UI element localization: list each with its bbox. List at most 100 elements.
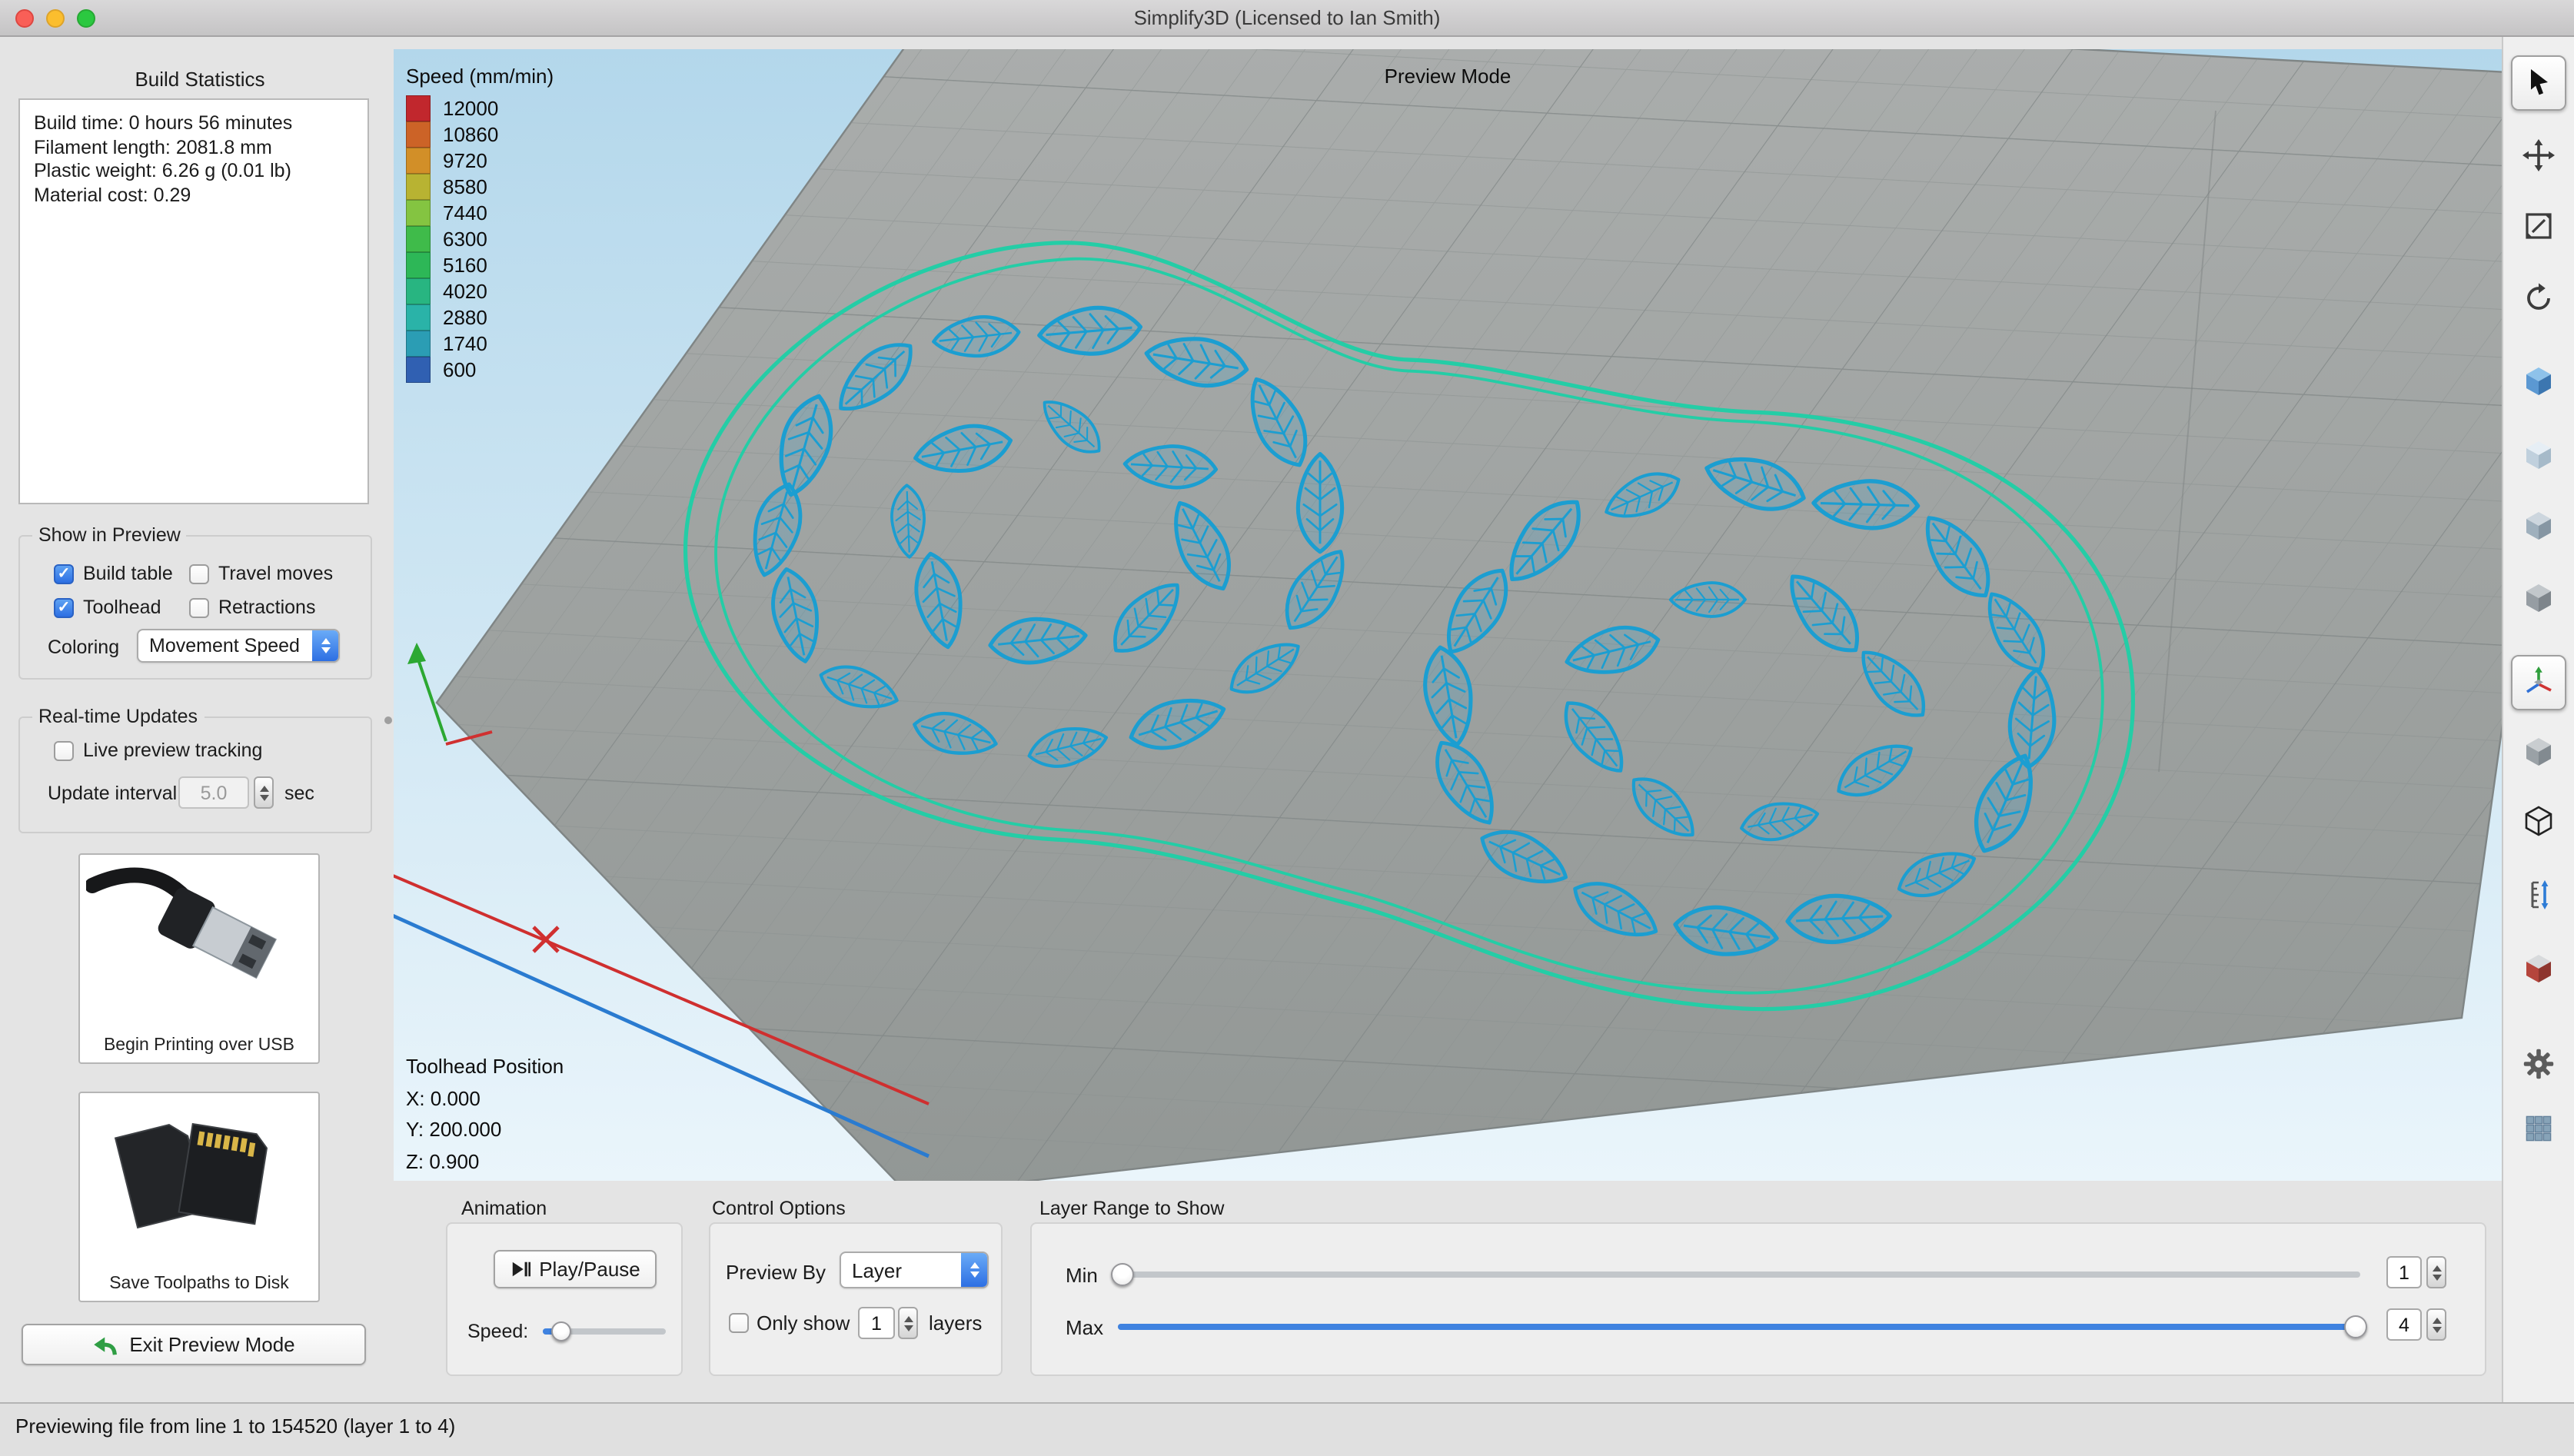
tool-view-side-icon[interactable] (2512, 500, 2565, 552)
legend-color-swatch (406, 252, 431, 278)
legend-color-swatch (406, 278, 431, 304)
window-title: Simplify3D (Licensed to Ian Smith) (1133, 6, 1441, 29)
legend-speed-value: 1740 (443, 332, 487, 355)
save-toolpaths-disk-button[interactable]: Save Toolpaths to Disk (78, 1092, 320, 1302)
speed-legend-entry: 6300 (406, 226, 554, 252)
realtime-updates-group: Real-time Updates Live preview tracking … (18, 706, 372, 833)
speed-legend-entry: 12000 (406, 95, 554, 121)
legend-color-swatch (406, 357, 431, 383)
legend-color-swatch (406, 304, 431, 331)
tool-orient-axes-icon[interactable] (2511, 655, 2566, 710)
update-interval-stepper[interactable] (254, 776, 274, 809)
status-bar-text: Previewing file from line 1 to 154520 (l… (15, 1414, 456, 1438)
speed-legend-entry: 1740 (406, 331, 554, 357)
legend-color-swatch (406, 95, 431, 121)
live-preview-tracking-checkbox[interactable] (54, 741, 74, 761)
play-pause-label: Play/Pause (539, 1258, 640, 1281)
tool-wireframe-icon[interactable] (2512, 795, 2565, 847)
preview-by-dropdown[interactable]: Layer (840, 1252, 989, 1288)
legend-color-swatch (406, 174, 431, 200)
exit-arrow-icon (94, 1336, 118, 1355)
legend-speed-value: 600 (443, 358, 477, 381)
tool-toolpaths-icon[interactable] (2512, 1102, 2565, 1155)
layer-max-label: Max (1066, 1316, 1104, 1339)
simplify3d-window: Simplify3D (Licensed to Ian Smith) Build… (0, 0, 2574, 1456)
only-show-label: Only show (757, 1311, 850, 1335)
view-toolbar (2502, 37, 2574, 1402)
only-show-layers-field[interactable] (858, 1307, 895, 1339)
build-table-checkbox[interactable] (54, 564, 74, 584)
legend-color-swatch (406, 331, 431, 357)
travel-moves-checkbox[interactable] (189, 564, 209, 584)
layer-min-slider[interactable] (1111, 1263, 2360, 1286)
tool-rotate-icon[interactable] (2512, 272, 2565, 324)
legend-speed-value: 7440 (443, 201, 487, 224)
layer-max-field[interactable] (2386, 1308, 2422, 1341)
tool-cross-section-icon[interactable] (2512, 726, 2565, 778)
coloring-dropdown-arrows-icon (312, 630, 338, 661)
legend-speed-value: 12000 (443, 97, 499, 120)
live-preview-tracking-label: Live preview tracking (83, 740, 263, 761)
animation-speed-slider[interactable] (543, 1321, 666, 1341)
toolhead-position-title: Toolhead Position (406, 1055, 564, 1078)
tool-move-icon[interactable] (2512, 129, 2565, 181)
play-pause-button[interactable]: Play/Pause (494, 1250, 657, 1288)
viewport-3d-scene[interactable] (387, 0, 2574, 1196)
layer-max-stepper[interactable] (2426, 1308, 2446, 1341)
update-interval-label: Update interval (48, 783, 178, 804)
legend-speed-value: 8580 (443, 175, 487, 198)
preview-mode-label: Preview Mode (1384, 65, 1511, 88)
usb-cable-image (85, 867, 277, 979)
status-bar: Previewing file from line 1 to 154520 (l… (0, 1402, 2574, 1456)
preview-by-dropdown-value: Layer (852, 1258, 903, 1281)
layer-min-label: Min (1066, 1264, 1098, 1287)
tool-measure-icon[interactable] (2512, 869, 2565, 921)
retractions-checkbox[interactable] (189, 598, 209, 618)
tool-view-top-icon[interactable] (2512, 429, 2565, 481)
layer-min-stepper[interactable] (2426, 1256, 2446, 1288)
legend-color-swatch (406, 121, 431, 148)
preview-viewport[interactable]: Preview Mode Speed (mm/min) 12000 10860 97… (387, 0, 2574, 1196)
animation-speed-slider-handle[interactable] (551, 1321, 571, 1341)
legend-speed-value: 6300 (443, 228, 487, 251)
retractions-label: Retractions (218, 597, 316, 618)
control-options-section-title: Control Options (712, 1198, 846, 1219)
legend-speed-value: 4020 (443, 280, 487, 303)
travel-moves-label: Travel moves (218, 563, 334, 584)
window-titlebar: Simplify3D (Licensed to Ian Smith) (0, 0, 2574, 37)
update-interval-field[interactable] (178, 776, 249, 809)
save-toolpaths-disk-label: Save Toolpaths to Disk (109, 1275, 289, 1293)
tool-view-front-icon[interactable] (2512, 355, 2565, 407)
material-cost-stat: Material cost: 0.29 (34, 184, 191, 205)
tool-machine-icon[interactable] (2512, 942, 2565, 995)
tool-settings-icon[interactable] (2512, 1038, 2565, 1090)
panel-splitter-handle[interactable] (384, 716, 392, 724)
begin-printing-usb-button[interactable]: Begin Printing over USB (78, 853, 320, 1064)
layer-max-slider-handle[interactable] (2343, 1315, 2367, 1338)
animation-speed-label: Speed: (467, 1321, 529, 1342)
toolhead-checkbox[interactable] (54, 598, 74, 618)
only-show-checkbox[interactable] (729, 1313, 749, 1333)
coloring-dropdown[interactable]: Movement Speed (137, 629, 340, 663)
realtime-updates-title: Real-time Updates (32, 706, 205, 727)
sd-cards-image (113, 1122, 268, 1229)
tool-scale-icon[interactable] (2512, 200, 2565, 252)
speed-legend-entry: 7440 (406, 200, 554, 226)
layer-range-panel: Min Max (1030, 1222, 2486, 1376)
legend-color-swatch (406, 148, 431, 174)
toolhead-y: Y: 200.000 (406, 1118, 502, 1141)
filament-length-stat: Filament length: 2081.8 mm (34, 136, 272, 158)
speed-legend-entry: 600 (406, 357, 554, 383)
tool-select-icon[interactable] (2511, 55, 2566, 111)
toolhead-x: X: 0.000 (406, 1086, 481, 1109)
speed-legend-entry: 8580 (406, 174, 554, 200)
layer-min-slider-handle[interactable] (1111, 1263, 1135, 1286)
tool-view-iso-icon[interactable] (2512, 572, 2565, 624)
layer-min-field[interactable] (2386, 1256, 2422, 1288)
speed-legend-entry: 9720 (406, 148, 554, 174)
exit-preview-mode-button[interactable]: Exit Preview Mode (22, 1324, 366, 1365)
speed-legend-entry: 4020 (406, 278, 554, 304)
animation-panel: Play/Pause Speed: (446, 1222, 683, 1376)
only-show-layers-stepper[interactable] (898, 1307, 918, 1339)
layer-max-slider[interactable] (1118, 1315, 2367, 1338)
